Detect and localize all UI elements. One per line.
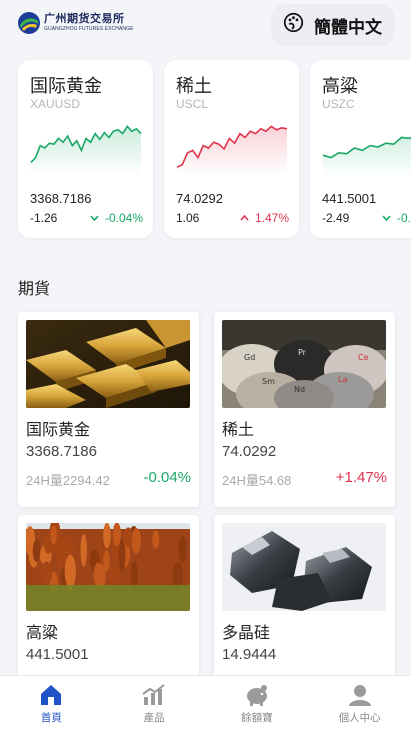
futures-price: 441.5001	[26, 646, 89, 663]
ticker-change: -1.26	[30, 211, 58, 225]
label-pr: Pr	[298, 348, 307, 357]
sorghum-head	[152, 530, 160, 549]
bar-chart-icon	[142, 684, 165, 705]
tab-products[interactable]: 產品	[103, 676, 206, 731]
sorghum-head	[118, 538, 126, 572]
futures-section-title: 期貨	[18, 281, 51, 298]
polysilicon-image	[222, 523, 386, 611]
ticker-percent: -0.56%	[382, 211, 411, 225]
ticker-price: 441.5001	[322, 191, 377, 206]
ticker-name: 稀土	[176, 76, 212, 96]
logo-chinese-name: 广州期货交易所	[44, 13, 125, 25]
ticker-price: 3368.7186	[30, 191, 92, 206]
app-screen: 广州期货交易所 GUANGZHOU FUTURES EXCHANGE 簡體中文 …	[0, 0, 411, 731]
sorghum-head	[103, 523, 111, 549]
label-ce: Ce	[358, 353, 369, 362]
futures-name: 稀土	[222, 422, 255, 439]
tab-savings[interactable]: 餘額寶	[206, 676, 309, 731]
futures-card-gold[interactable]: 国际黄金 3368.7186 24H量2294.42 -0.04%	[18, 312, 199, 507]
label-nd: Nd	[294, 385, 305, 394]
ticker-change: -2.49	[322, 211, 350, 225]
gold-bars-image	[26, 320, 190, 408]
sorghum-head	[178, 536, 187, 563]
ticker-sparkline	[30, 125, 142, 176]
chevron-down-icon	[382, 215, 391, 221]
logo-icon	[17, 11, 41, 35]
tab-label: 首頁	[40, 712, 62, 724]
sorghum-head	[124, 527, 133, 548]
top-header: 广州期货交易所 GUANGZHOU FUTURES EXCHANGE 簡體中文	[0, 0, 411, 52]
tab-label: 產品	[143, 712, 165, 724]
futures-percent: +1.47%	[335, 469, 387, 486]
futures-name: 高粱	[26, 625, 59, 642]
ticker-symbol: XAUUSD	[30, 97, 81, 111]
ticker-name: 高粱	[322, 76, 358, 96]
sorghum-head	[40, 561, 53, 584]
tab-label: 個人中心	[338, 712, 381, 724]
language-label: 簡體中文	[314, 17, 382, 37]
futures-volume: 24H量2294.42	[26, 473, 110, 488]
ticker-price: 74.0292	[176, 191, 223, 206]
sorghum-head	[112, 523, 121, 547]
palette-icon	[283, 12, 304, 38]
sorghum-head	[108, 564, 120, 585]
home-icon	[41, 685, 62, 705]
ticker-percent: -0.04%	[90, 211, 143, 225]
label-sm: Sm	[262, 377, 275, 386]
sorghum-head	[80, 534, 87, 567]
ticker-card-rare-earth[interactable]: 稀土 USCL 74.0292 1.06 1.47%	[164, 60, 299, 238]
ticker-carousel[interactable]: 国际黄金 XAUUSD 3368.7186 -1.26 -0.04% 稀土 US…	[18, 60, 411, 238]
sorghum-field-image	[26, 523, 190, 611]
chevron-down-icon	[90, 215, 99, 221]
ticker-card-sorghum[interactable]: 高粱 USZC 441.5001 -2.49 -0.56%	[310, 60, 411, 238]
chevron-up-icon	[240, 215, 249, 221]
ticker-symbol: USCL	[176, 97, 209, 111]
sorghum-head	[50, 525, 57, 545]
futures-price: 14.9444	[222, 646, 277, 663]
ticker-card-gold[interactable]: 国际黄金 XAUUSD 3368.7186 -1.26 -0.04%	[18, 60, 153, 238]
tab-home[interactable]: 首頁	[0, 676, 103, 731]
sorghum-head	[131, 528, 141, 554]
futures-price: 74.0292	[222, 443, 277, 460]
label-la: La	[338, 375, 347, 384]
sorghum-head	[32, 539, 41, 563]
piggy-bank-icon	[246, 685, 267, 706]
ticker-sparkline	[322, 136, 411, 176]
ticker-percent-value: -0.56%	[396, 211, 411, 225]
language-switch-button[interactable]: 簡體中文	[271, 4, 395, 46]
logo-english-name: GUANGZHOU FUTURES EXCHANGE	[44, 26, 134, 32]
futures-price: 3368.7186	[26, 443, 97, 460]
tab-profile[interactable]: 個人中心	[308, 676, 411, 731]
futures-volume: 24H量54.68	[222, 473, 292, 488]
ticker-percent: 1.47%	[240, 211, 289, 225]
ticker-symbol: USZC	[322, 97, 355, 111]
bottom-tab-bar: 首頁 產品 餘額寶 個人中心	[0, 675, 411, 731]
ticker-name: 国际黄金	[30, 76, 102, 96]
ticker-percent-value: -0.04%	[104, 211, 143, 225]
ticker-change: 1.06	[176, 211, 200, 225]
sorghum-head	[56, 537, 67, 568]
ticker-sparkline	[176, 125, 288, 176]
futures-card-rare-earth[interactable]: Gd Pr Ce Sm La Nd 稀土 74.0292 24H量54.68 +…	[214, 312, 395, 507]
futures-name: 国际黄金	[26, 422, 91, 439]
sparkline-area	[31, 126, 141, 176]
label-gd: Gd	[244, 353, 255, 362]
rare-earth-image: Gd Pr Ce Sm La Nd	[222, 320, 386, 408]
user-icon	[348, 685, 371, 706]
exchange-logo[interactable]: 广州期货交易所 GUANGZHOU FUTURES EXCHANGE	[17, 11, 134, 35]
tab-label: 餘額寶	[241, 712, 273, 724]
futures-percent: -0.04%	[143, 469, 191, 486]
futures-name: 多晶硅	[222, 625, 271, 642]
ticker-percent-value: 1.47%	[254, 211, 289, 225]
